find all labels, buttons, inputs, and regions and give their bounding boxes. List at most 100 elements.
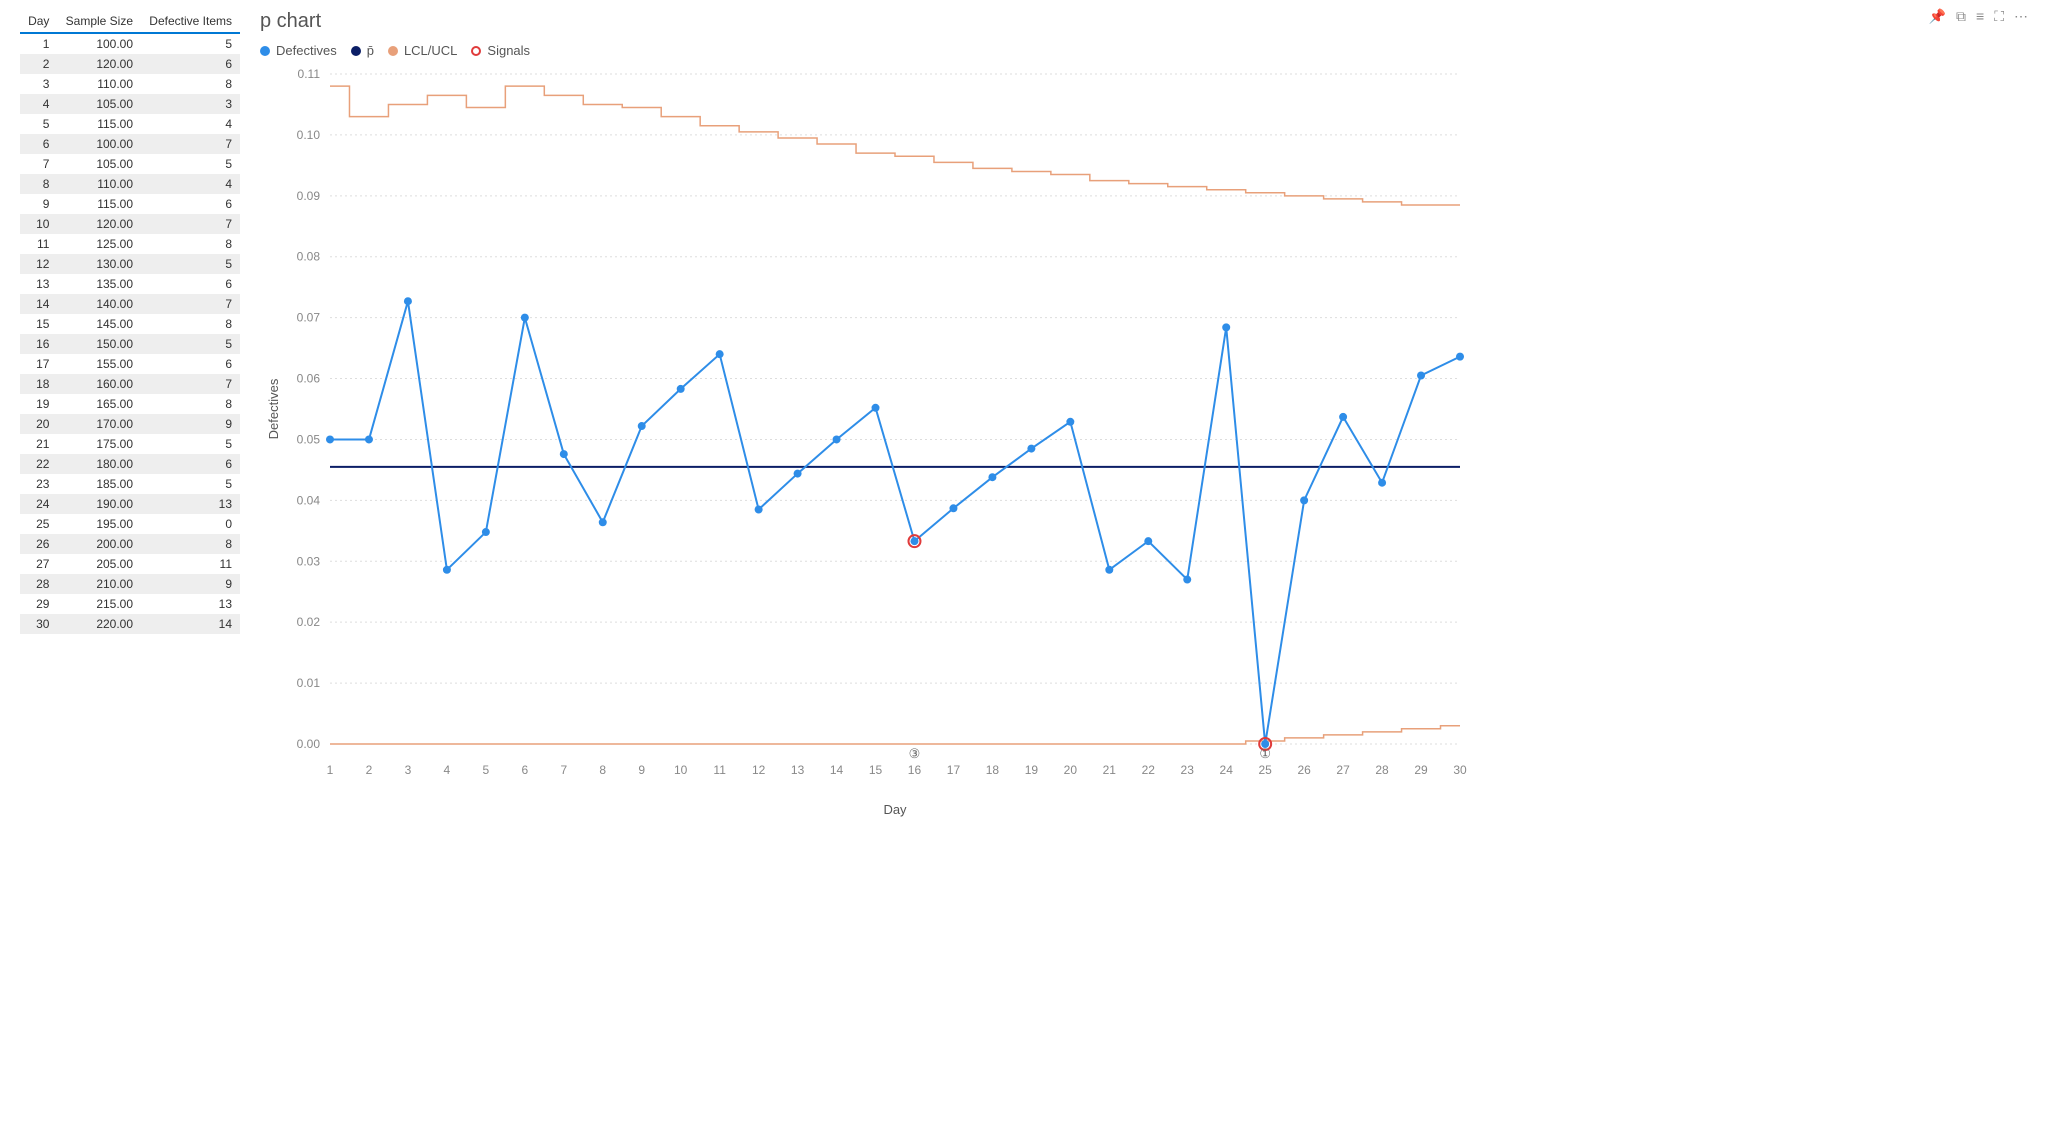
- table-row: 19165.008: [20, 394, 240, 414]
- svg-text:9: 9: [638, 763, 645, 777]
- table-row: 13135.006: [20, 274, 240, 294]
- svg-text:6: 6: [521, 763, 528, 777]
- svg-text:0.06: 0.06: [297, 372, 321, 386]
- legend-swatch: [260, 46, 270, 56]
- table-row: 8110.004: [20, 174, 240, 194]
- table-row: 24190.0013: [20, 494, 240, 514]
- table-row: 10120.007: [20, 214, 240, 234]
- table-row: 1100.005: [20, 33, 240, 54]
- legend-swatch: [388, 46, 398, 56]
- more-icon[interactable]: ⋯: [2014, 8, 2028, 25]
- svg-text:30: 30: [1453, 763, 1467, 777]
- svg-text:12: 12: [752, 763, 766, 777]
- table-row: 20170.009: [20, 414, 240, 434]
- table-row: 27205.0011: [20, 554, 240, 574]
- copy-icon[interactable]: ⧉: [1956, 8, 1966, 25]
- table-row: 22180.006: [20, 454, 240, 474]
- svg-text:29: 29: [1414, 763, 1428, 777]
- svg-text:19: 19: [1025, 763, 1039, 777]
- svg-text:21: 21: [1103, 763, 1117, 777]
- legend-item[interactable]: p̄: [351, 43, 374, 58]
- table-row: 12130.005: [20, 254, 240, 274]
- svg-text:①: ①: [1259, 746, 1271, 761]
- table-row: 7105.005: [20, 154, 240, 174]
- svg-text:2: 2: [366, 763, 373, 777]
- col-sample-size: Sample Size: [57, 10, 141, 33]
- chart-toolbar: 📌 ⧉ ≡ ⛶ ⋯: [1929, 8, 2028, 25]
- svg-text:0.07: 0.07: [297, 311, 321, 325]
- svg-text:0.04: 0.04: [297, 493, 321, 507]
- svg-text:11: 11: [713, 763, 726, 777]
- table-row: 21175.005: [20, 434, 240, 454]
- svg-text:22: 22: [1142, 763, 1156, 777]
- svg-text:0.02: 0.02: [297, 615, 321, 629]
- table-row: 17155.006: [20, 354, 240, 374]
- svg-text:8: 8: [599, 763, 606, 777]
- svg-text:4: 4: [444, 763, 451, 777]
- svg-text:20: 20: [1064, 763, 1078, 777]
- svg-text:14: 14: [830, 763, 844, 777]
- svg-text:0.05: 0.05: [297, 432, 321, 446]
- svg-text:13: 13: [791, 763, 805, 777]
- svg-text:0.00: 0.00: [297, 737, 321, 751]
- svg-text:28: 28: [1375, 763, 1389, 777]
- filter-icon[interactable]: ≡: [1976, 8, 1984, 25]
- legend-swatch: [351, 46, 361, 56]
- svg-text:10: 10: [674, 763, 688, 777]
- svg-text:15: 15: [869, 763, 883, 777]
- legend: Defectives p̄ LCL/UCL Signals: [260, 43, 2028, 58]
- legend-label: LCL/UCL: [404, 43, 457, 58]
- col-day: Day: [20, 10, 57, 33]
- focus-icon[interactable]: ⛶: [1994, 8, 2004, 25]
- legend-item[interactable]: Signals: [471, 43, 530, 58]
- table-row: 29215.0013: [20, 594, 240, 614]
- svg-text:Defectives: Defectives: [266, 378, 281, 439]
- svg-text:27: 27: [1336, 763, 1350, 777]
- svg-text:7: 7: [560, 763, 567, 777]
- table-row: 9115.006: [20, 194, 240, 214]
- svg-text:26: 26: [1297, 763, 1311, 777]
- chart-title: p chart: [260, 10, 2028, 33]
- svg-text:1: 1: [327, 763, 334, 777]
- col-defective: Defective Items: [141, 10, 240, 33]
- table-row: 16150.005: [20, 334, 240, 354]
- table-row: 6100.007: [20, 134, 240, 154]
- legend-label: Signals: [487, 43, 530, 58]
- svg-text:Day: Day: [883, 802, 907, 817]
- table-row: 5115.004: [20, 114, 240, 134]
- svg-text:5: 5: [483, 763, 490, 777]
- svg-text:16: 16: [908, 763, 922, 777]
- p-chart: 0.00 0.01 0.02 0.03 0.04 0.05 0.06 0.07 0.08 0.09…: [260, 64, 1480, 824]
- svg-text:0.01: 0.01: [297, 676, 321, 690]
- svg-text:23: 23: [1181, 763, 1195, 777]
- svg-text:24: 24: [1220, 763, 1234, 777]
- svg-text:17: 17: [947, 763, 961, 777]
- table-row: 4105.003: [20, 94, 240, 114]
- svg-text:0.03: 0.03: [297, 554, 321, 568]
- pin-icon[interactable]: 📌: [1929, 8, 1946, 25]
- table-header-row: Day Sample Size Defective Items: [20, 10, 240, 33]
- svg-text:0.10: 0.10: [297, 128, 321, 142]
- table-row: 14140.007: [20, 294, 240, 314]
- legend-swatch: [471, 46, 481, 56]
- table-row: 28210.009: [20, 574, 240, 594]
- svg-text:18: 18: [986, 763, 1000, 777]
- svg-text:25: 25: [1258, 763, 1272, 777]
- table-row: 18160.007: [20, 374, 240, 394]
- table-row: 2120.006: [20, 54, 240, 74]
- table-row: 15145.008: [20, 314, 240, 334]
- svg-text:③: ③: [909, 746, 921, 761]
- svg-text:0.08: 0.08: [297, 250, 321, 264]
- svg-text:0.09: 0.09: [297, 189, 321, 203]
- svg-text:3: 3: [405, 763, 412, 777]
- table-row: 11125.008: [20, 234, 240, 254]
- legend-label: Defectives: [276, 43, 337, 58]
- table-row: 26200.008: [20, 534, 240, 554]
- table-row: 30220.0014: [20, 614, 240, 634]
- data-table: Day Sample Size Defective Items 1100.005…: [20, 10, 240, 824]
- legend-item[interactable]: LCL/UCL: [388, 43, 457, 58]
- svg-text:0.11: 0.11: [298, 67, 321, 81]
- legend-item[interactable]: Defectives: [260, 43, 337, 58]
- table-row: 25195.000: [20, 514, 240, 534]
- table-row: 3110.008: [20, 74, 240, 94]
